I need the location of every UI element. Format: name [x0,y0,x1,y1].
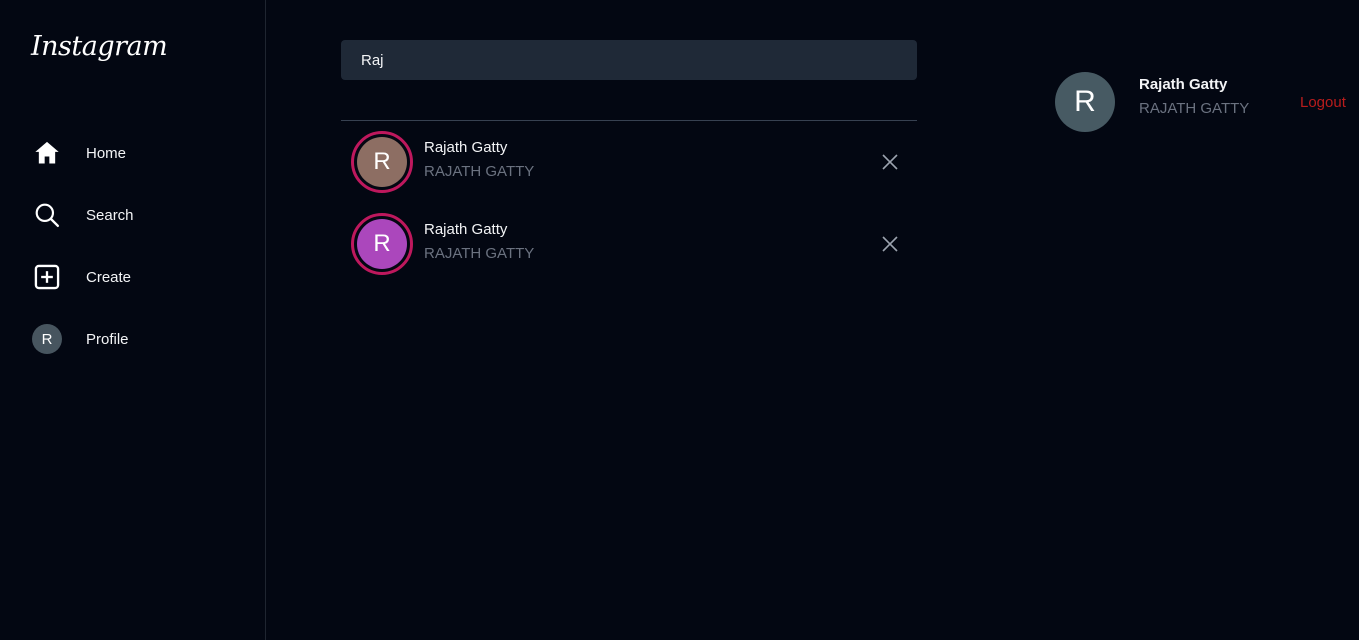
home-icon [32,138,62,168]
current-user-avatar[interactable]: R [1055,72,1115,132]
close-icon[interactable] [880,234,900,254]
sidebar-item-label: Search [86,206,134,224]
sidebar: Instagram Home Search Create R Profile [0,0,266,640]
app-root: Instagram Home Search Create R Profile R… [0,0,1359,640]
sidebar-item-profile[interactable]: R Profile [32,323,232,355]
result-name: Rajath Gatty [424,139,508,156]
result-name: Rajath Gatty [424,221,508,238]
instagram-logo[interactable]: Instagram [31,33,168,60]
search-result-item[interactable]: R Rajath Gatty RAJATH GATTY [341,131,917,193]
sidebar-item-home[interactable]: Home [32,137,232,169]
close-icon[interactable] [880,152,900,172]
result-handle: RAJATH GATTY [424,163,535,180]
sidebar-item-label: Home [86,144,127,162]
result-handle: RAJATH GATTY [424,245,535,262]
sidebar-item-label: Profile [86,330,129,348]
logout-button[interactable]: Logout [1300,94,1346,111]
current-user-name[interactable]: Rajath Gatty [1139,76,1227,93]
sidebar-item-create[interactable]: Create [32,261,232,293]
story-ring: R [351,131,413,193]
avatar: R [32,324,62,354]
divider [341,120,917,121]
avatar: R [357,219,407,269]
story-ring: R [351,213,413,275]
avatar: R [357,137,407,187]
search-result-item[interactable]: R Rajath Gatty RAJATH GATTY [341,213,917,275]
search-input[interactable] [341,40,917,80]
sidebar-item-label: Create [86,268,132,286]
sidebar-item-search[interactable]: Search [32,199,232,231]
search-icon [32,200,62,230]
plus-square-icon [32,262,62,292]
current-user-handle: RAJATH GATTY [1139,100,1250,117]
